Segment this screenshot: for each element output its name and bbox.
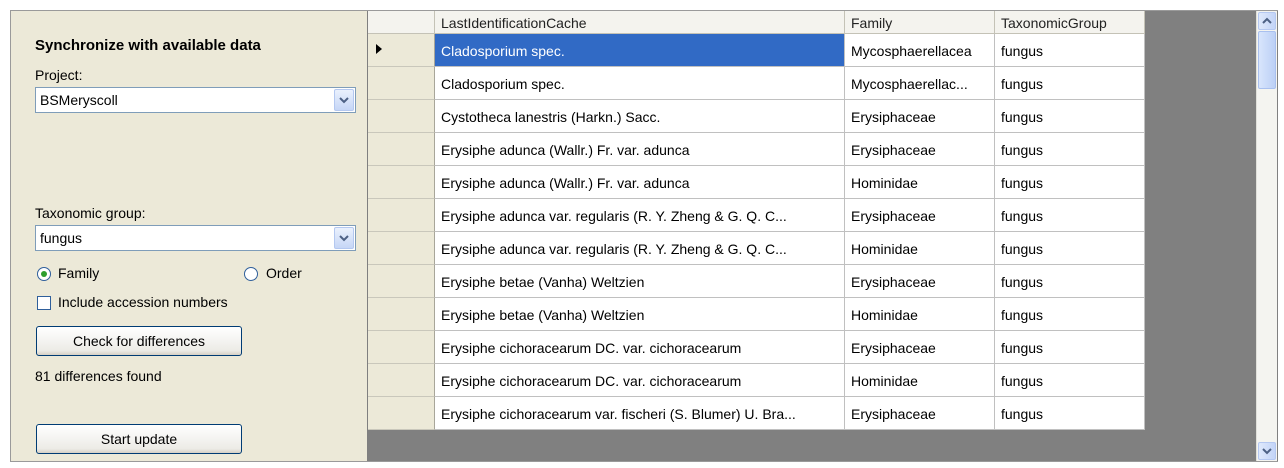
table-cell[interactable]: fungus [995, 265, 1145, 298]
table-row[interactable]: Erysiphe betae (Vanha) Weltzien Hominidae… [368, 298, 1145, 331]
check-differences-button[interactable]: Check for differences [36, 326, 242, 356]
project-select[interactable]: BSMeryscoll [35, 87, 356, 113]
table-cell[interactable]: fungus [995, 166, 1145, 199]
radio-order[interactable] [244, 267, 258, 281]
table-cell[interactable]: fungus [995, 298, 1145, 331]
table-cell[interactable]: Hominidae [845, 364, 995, 397]
row-header[interactable] [368, 364, 435, 397]
table-cell[interactable]: Erysiphe adunca (Wallr.) Fr. var. adunca [435, 133, 845, 166]
include-accession-label: Include accession numbers [58, 294, 228, 310]
table-cell[interactable]: fungus [995, 34, 1145, 67]
table-cell[interactable]: Mycosphaerellac... [845, 67, 995, 100]
table-cell[interactable]: fungus [995, 331, 1145, 364]
table-cell[interactable]: fungus [995, 67, 1145, 100]
table-cell[interactable]: Erysiphaceae [845, 397, 995, 430]
column-header[interactable]: Family [845, 11, 995, 34]
row-header[interactable] [368, 397, 435, 430]
table-cell[interactable]: Cystotheca lanestris (Harkn.) Sacc. [435, 100, 845, 133]
taxgroup-label: Taxonomic group: [35, 205, 146, 221]
row-header[interactable] [368, 166, 435, 199]
table-cell[interactable]: Erysiphaceae [845, 133, 995, 166]
table-cell[interactable]: Erysiphaceae [845, 265, 995, 298]
scroll-down-icon[interactable] [1258, 442, 1276, 460]
differences-status: 81 differences found [35, 368, 162, 384]
table-cell[interactable]: Hominidae [845, 166, 995, 199]
include-accession-checkbox[interactable] [37, 296, 51, 310]
taxgroup-select[interactable]: fungus [35, 225, 356, 251]
table-row[interactable]: Cystotheca lanestris (Harkn.) Sacc. Erysi… [368, 100, 1145, 133]
vertical-scrollbar[interactable] [1256, 11, 1277, 461]
row-header[interactable] [368, 199, 435, 232]
table-row[interactable]: Erysiphe adunca var. regularis (R. Y. Zh… [368, 232, 1145, 265]
table-cell[interactable]: Erysiphe cichoracearum DC. var. cichorac… [435, 364, 845, 397]
table-cell[interactable]: fungus [995, 199, 1145, 232]
table-cell[interactable]: Erysiphaceae [845, 199, 995, 232]
table-row[interactable]: Erysiphe adunca (Wallr.) Fr. var. adunca… [368, 166, 1145, 199]
table-cell[interactable]: fungus [995, 232, 1145, 265]
table-cell[interactable]: fungus [995, 100, 1145, 133]
results-grid: LastIdentificationCache Family Taxonomic… [367, 11, 1278, 461]
table-cell[interactable]: fungus [995, 133, 1145, 166]
table-cell[interactable]: Erysiphe cichoracearum var. fischeri (S.… [435, 397, 845, 430]
table-cell[interactable]: Erysiphe betae (Vanha) Weltzien [435, 265, 845, 298]
row-header[interactable] [368, 100, 435, 133]
table-row[interactable]: Cladosporium spec. Mycosphaerellac... fung… [368, 67, 1145, 100]
row-header[interactable] [368, 331, 435, 364]
radio-family-label: Family [58, 265, 100, 281]
sync-panel: Synchronize with available data Project:… [11, 11, 367, 461]
table-cell[interactable]: Erysiphe adunca (Wallr.) Fr. var. adunca [435, 166, 845, 199]
table-cell[interactable]: Erysiphe betae (Vanha) Weltzien [435, 298, 845, 331]
start-update-button[interactable]: Start update [36, 424, 242, 454]
table-row[interactable]: Erysiphe adunca (Wallr.) Fr. var. adunca… [368, 133, 1145, 166]
table-row[interactable]: Cladosporium spec. Mycosphaerellacea fungu… [368, 34, 1145, 67]
column-header[interactable]: TaxonomicGroup [995, 11, 1145, 34]
table-row[interactable]: Erysiphe cichoracearum var. fischeri (S.… [368, 397, 1145, 430]
radio-family[interactable] [37, 267, 51, 281]
row-header[interactable] [368, 34, 435, 67]
table-cell[interactable]: Mycosphaerellacea [845, 34, 995, 67]
grid-body: LastIdentificationCache Family Taxonomic… [368, 11, 1256, 461]
table-cell[interactable]: fungus [995, 397, 1145, 430]
scroll-up-icon[interactable] [1258, 12, 1276, 30]
column-header[interactable]: LastIdentificationCache [435, 11, 845, 34]
chevron-down-icon[interactable] [334, 89, 354, 111]
project-label: Project: [35, 67, 83, 83]
sync-window: Synchronize with available data Project:… [10, 10, 1278, 462]
table-cell[interactable]: Erysiphe cichoracearum DC. var. cichorac… [435, 331, 845, 364]
table-row[interactable]: Erysiphe adunca var. regularis (R. Y. Zh… [368, 199, 1145, 232]
table-cell[interactable]: Erysiphaceae [845, 331, 995, 364]
scroll-thumb[interactable] [1258, 31, 1276, 89]
row-header[interactable] [368, 265, 435, 298]
table-row[interactable]: Erysiphe cichoracearum DC. var. cichorac… [368, 331, 1145, 364]
current-row-arrow-icon [376, 44, 382, 54]
table-cell[interactable]: fungus [995, 364, 1145, 397]
row-header[interactable] [368, 67, 435, 100]
row-header[interactable] [368, 232, 435, 265]
project-value: BSMeryscoll [40, 92, 118, 108]
chevron-down-icon[interactable] [334, 227, 354, 249]
table-cell[interactable]: Hominidae [845, 298, 995, 331]
row-header[interactable] [368, 298, 435, 331]
table-row[interactable]: Erysiphe betae (Vanha) Weltzien Erysiphac… [368, 265, 1145, 298]
row-header[interactable] [368, 133, 435, 166]
table-cell[interactable]: Erysiphe adunca var. regularis (R. Y. Zh… [435, 199, 845, 232]
table-cell[interactable]: Erysiphe adunca var. regularis (R. Y. Zh… [435, 232, 845, 265]
panel-title: Synchronize with available data [35, 37, 261, 54]
table-cell[interactable]: Cladosporium spec. [435, 67, 845, 100]
table-cell[interactable]: Cladosporium spec. [435, 34, 845, 67]
table-row[interactable]: Erysiphe cichoracearum DC. var. cichorac… [368, 364, 1145, 397]
radio-order-label: Order [266, 265, 302, 281]
row-header-corner [368, 11, 435, 34]
table-cell[interactable]: Erysiphaceae [845, 100, 995, 133]
table-cell[interactable]: Hominidae [845, 232, 995, 265]
taxgroup-value: fungus [40, 230, 83, 246]
